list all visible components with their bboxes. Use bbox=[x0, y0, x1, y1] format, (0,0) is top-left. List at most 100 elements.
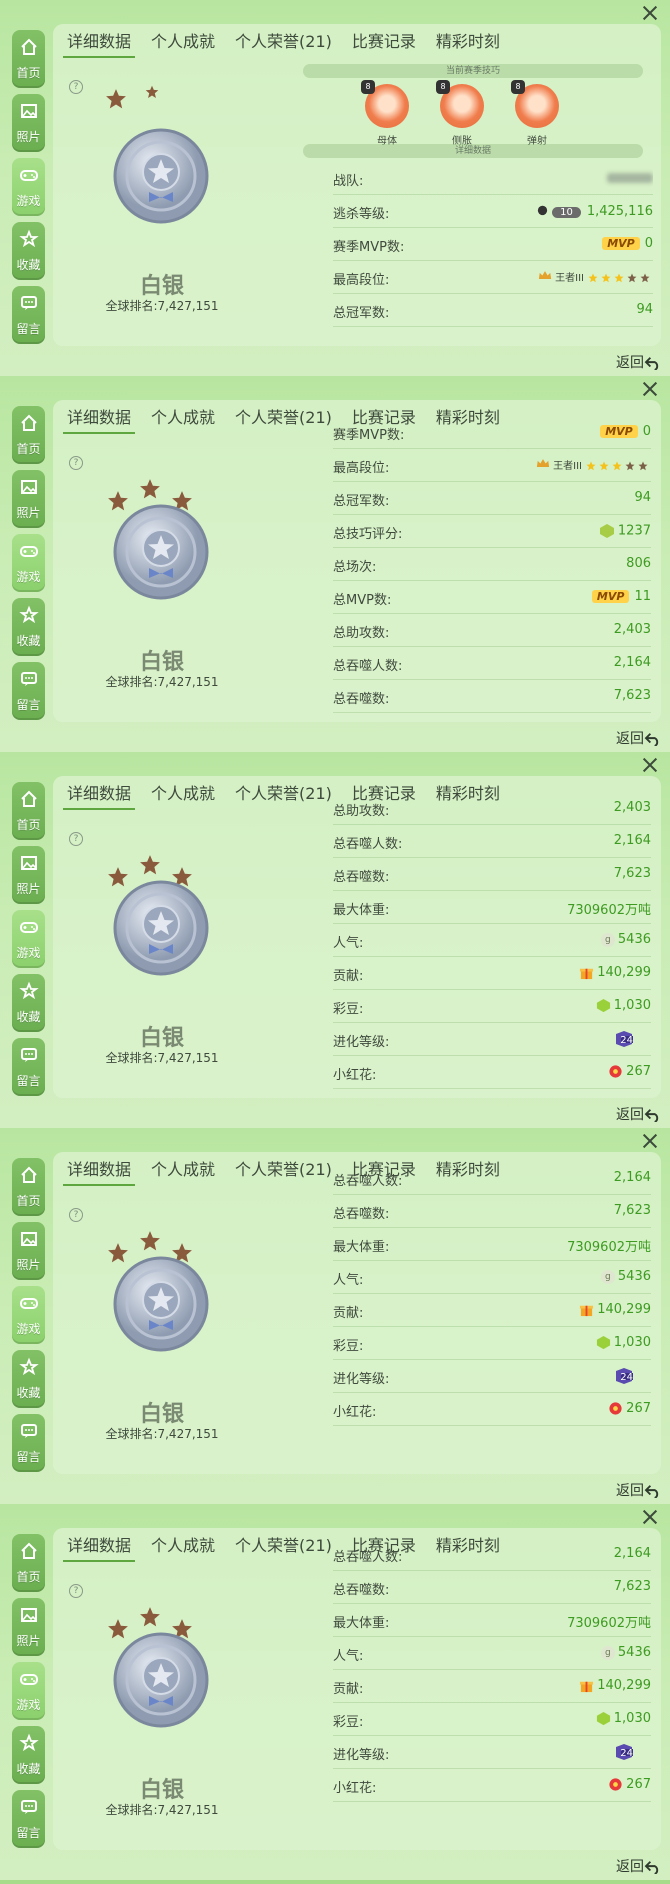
sidebar-item[interactable]: 留言 bbox=[12, 1790, 45, 1848]
stat-label: 总助攻数: bbox=[333, 804, 390, 819]
global-rank: 全球排名:7,427,151 bbox=[105, 675, 219, 689]
stat-row-highest-rank: 最高段位: 王者III bbox=[333, 449, 651, 482]
sidebar-item[interactable]: 照片 bbox=[12, 846, 45, 904]
tab[interactable]: 个人荣誉(21) bbox=[235, 1534, 332, 1558]
back-button[interactable]: 返回 bbox=[616, 1856, 662, 1876]
back-button[interactable]: 返回 bbox=[616, 1104, 662, 1124]
favorite-icon bbox=[18, 605, 39, 629]
sidebar-item[interactable]: 收藏 bbox=[12, 598, 45, 656]
stat-row-devoured: 总吞噬数: 7,623 bbox=[333, 1195, 651, 1228]
tab[interactable]: 个人成就 bbox=[151, 30, 215, 54]
sidebar-item-label: 照片 bbox=[16, 1258, 41, 1272]
tab[interactable]: 个人荣誉(21) bbox=[235, 406, 332, 430]
sidebar-item[interactable]: 首页 bbox=[12, 406, 45, 464]
stat-label: 小红花: bbox=[333, 1405, 377, 1420]
skill-item[interactable]: 8 侧胀 bbox=[436, 80, 486, 147]
sidebar-item[interactable]: 照片 bbox=[12, 94, 45, 152]
stat-label: 小红花: bbox=[333, 1068, 377, 1083]
sidebar-item[interactable]: 收藏 bbox=[12, 1726, 45, 1784]
tab[interactable]: 个人成就 bbox=[151, 782, 215, 806]
stat-value: 94 bbox=[636, 302, 653, 317]
sidebar-item[interactable]: 首页 bbox=[12, 1158, 45, 1216]
sidebar-item[interactable]: 首页 bbox=[12, 30, 45, 88]
close-icon[interactable] bbox=[640, 755, 660, 775]
sidebar-item[interactable]: 首页 bbox=[12, 1534, 45, 1592]
sidebar-item-label: 首页 bbox=[16, 818, 41, 832]
favorite-icon bbox=[18, 229, 39, 253]
sidebar-item[interactable]: 收藏 bbox=[12, 974, 45, 1032]
sidebar-item[interactable]: 照片 bbox=[12, 470, 45, 528]
sidebar-item[interactable]: 留言 bbox=[12, 1038, 45, 1096]
photo-icon bbox=[19, 853, 39, 877]
stats-scroll[interactable]: 总吞噬人数: 2,164 总吞噬数: 7,623 最大体重: 7309602万吨 人气: g 5… bbox=[333, 1152, 651, 1474]
tab[interactable]: 详细数据 bbox=[62, 1158, 136, 1186]
stat-value: 806 bbox=[626, 556, 651, 571]
back-button[interactable]: 返回 bbox=[616, 1480, 662, 1500]
skills-header: 当前赛季技巧 bbox=[303, 64, 643, 78]
tab[interactable]: 个人荣誉(21) bbox=[235, 1158, 332, 1182]
stat-label: 赛季MVP数: bbox=[333, 428, 405, 443]
stat-row-beans: 彩豆: 1,030 bbox=[333, 1327, 651, 1360]
sidebar-item[interactable]: 游戏 bbox=[12, 1286, 45, 1344]
sidebar-item[interactable]: 留言 bbox=[12, 662, 45, 720]
crown-icon bbox=[536, 458, 550, 473]
tab[interactable]: 精彩时刻 bbox=[436, 30, 500, 54]
sidebar-item[interactable]: 游戏 bbox=[12, 1662, 45, 1720]
stat-label: 最高段位: bbox=[333, 461, 390, 476]
back-button[interactable]: 返回 bbox=[616, 728, 662, 748]
sidebar-item[interactable]: 收藏 bbox=[12, 1350, 45, 1408]
global-rank: 全球排名:7,427,151 bbox=[105, 1051, 219, 1065]
stat-value: 7,623 bbox=[613, 1203, 651, 1218]
close-icon[interactable] bbox=[640, 3, 660, 23]
sidebar-item[interactable]: 游戏 bbox=[12, 534, 45, 592]
skill-icon: 8 bbox=[436, 80, 484, 128]
stat-label: 贡献: bbox=[333, 969, 364, 984]
skill-item[interactable]: 8 母体 bbox=[361, 80, 411, 147]
sidebar-item[interactable]: 留言 bbox=[12, 286, 45, 344]
help-icon[interactable]: ? bbox=[69, 80, 83, 94]
stat-value: 2,403 bbox=[613, 622, 651, 637]
rank-star-icon bbox=[614, 270, 627, 285]
rank-star-icon bbox=[612, 458, 625, 473]
stat-value: 2,164 bbox=[613, 1170, 651, 1185]
skill-item[interactable]: 8 弹射 bbox=[511, 80, 561, 147]
stats-scroll[interactable]: 总助攻数: 2,403 总吞噬人数: 2,164 总吞噬数: 7,623 最大体重: 7309… bbox=[333, 776, 651, 1098]
tab[interactable]: 个人荣誉(21) bbox=[235, 782, 332, 806]
tab[interactable]: 个人荣誉(21) bbox=[235, 30, 332, 54]
stat-row-popularity: 人气: g 5436 bbox=[333, 1637, 651, 1670]
sidebar-item[interactable]: 照片 bbox=[12, 1598, 45, 1656]
sidebar-item[interactable]: 首页 bbox=[12, 782, 45, 840]
tab[interactable]: 详细数据 bbox=[62, 782, 136, 810]
help-icon[interactable]: ? bbox=[69, 1584, 83, 1598]
sidebar-item[interactable]: 照片 bbox=[12, 1222, 45, 1280]
back-button[interactable]: 返回 bbox=[616, 352, 662, 372]
tab[interactable]: 比赛记录 bbox=[352, 30, 416, 54]
tab[interactable]: 详细数据 bbox=[62, 30, 136, 58]
close-icon[interactable] bbox=[640, 1507, 660, 1527]
tab[interactable]: 个人成就 bbox=[151, 406, 215, 430]
stat-label: 最高段位: bbox=[333, 273, 390, 288]
sidebar-item[interactable]: 游戏 bbox=[12, 910, 45, 968]
sidebar-item[interactable]: 留言 bbox=[12, 1414, 45, 1472]
stat-row-popularity: 人气: g 5436 bbox=[333, 1261, 651, 1294]
stat-label: 总吞噬人数: bbox=[333, 837, 403, 852]
stats-scroll[interactable]: 赛季MVP数: MVP 0 最高段位: 王者III 总冠军数: 94 总技巧评分: 1237 总场… bbox=[333, 400, 651, 722]
stat-row-max-weight: 最大体重: 7309602万吨 bbox=[333, 891, 651, 924]
help-icon[interactable]: ? bbox=[69, 832, 83, 846]
message-icon bbox=[19, 1421, 39, 1445]
tab[interactable]: 个人成就 bbox=[151, 1534, 215, 1558]
gamepad-icon bbox=[19, 1293, 39, 1317]
help-icon[interactable]: ? bbox=[69, 1208, 83, 1222]
sidebar-item[interactable]: 游戏 bbox=[12, 158, 45, 216]
tab[interactable]: 详细数据 bbox=[62, 1534, 136, 1562]
help-icon[interactable]: ? bbox=[69, 456, 83, 470]
close-icon[interactable] bbox=[640, 1131, 660, 1151]
bomb-icon bbox=[536, 203, 549, 220]
tab[interactable]: 详细数据 bbox=[62, 406, 136, 434]
stat-value: 1237 bbox=[617, 523, 651, 539]
stats-scroll[interactable]: 总吞噬人数: 2,164 总吞噬数: 7,623 最大体重: 7309602万吨 人气: g 5… bbox=[333, 1528, 651, 1850]
close-icon[interactable] bbox=[640, 379, 660, 399]
sidebar-item[interactable]: 收藏 bbox=[12, 222, 45, 280]
rank-star-icon bbox=[139, 1606, 161, 1628]
tab[interactable]: 个人成就 bbox=[151, 1158, 215, 1182]
